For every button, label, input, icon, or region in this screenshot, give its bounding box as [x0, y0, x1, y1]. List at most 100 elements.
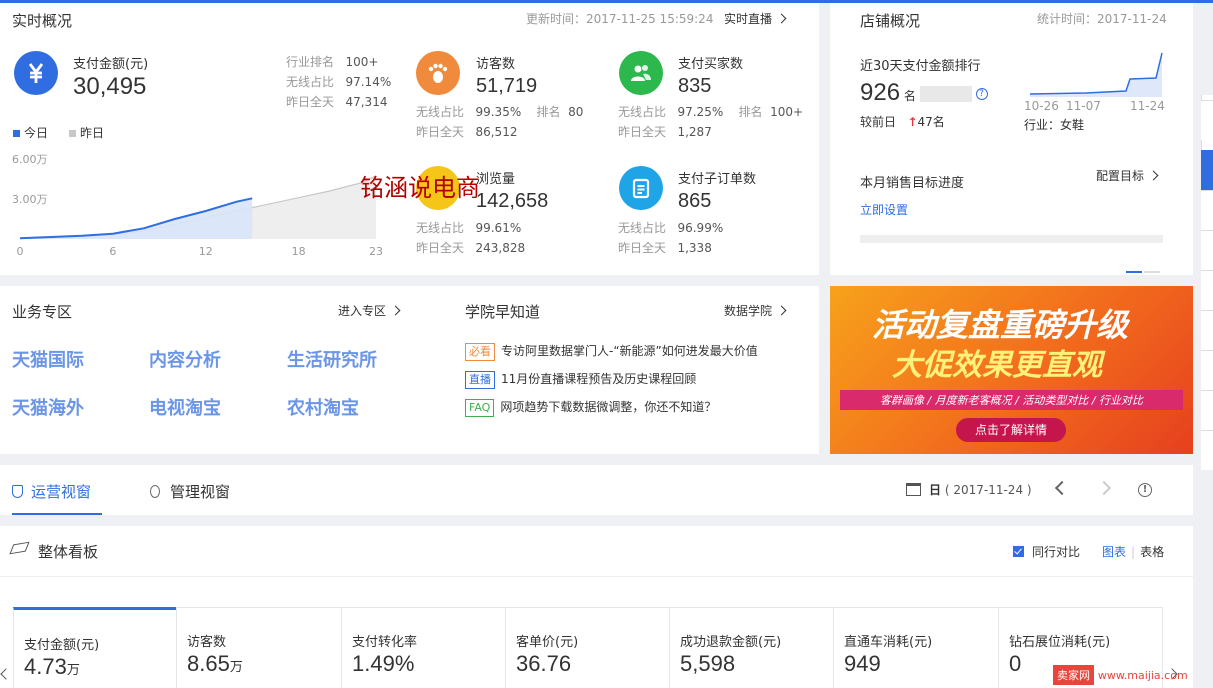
checkbox-checked[interactable] — [1013, 546, 1024, 557]
pager-dot-active[interactable] — [1126, 271, 1142, 273]
kpi-ztc-cost[interactable]: 直通车消耗(元) 949 — [833, 607, 998, 688]
sub-orders-wireless-label: 无线占比 — [618, 221, 667, 235]
tab-operations[interactable]: 运营视窗 — [12, 465, 102, 515]
info-icon[interactable]: ! — [1138, 483, 1152, 497]
kpi-label: 支付金额(元) — [24, 638, 100, 653]
pageviews-wireless-value: 99.61% — [475, 221, 522, 235]
legend-yesterday: 昨日 — [69, 124, 104, 141]
kpi-visitors[interactable]: 访客数 8.65万 — [176, 607, 341, 688]
banner-button[interactable]: 点击了解详情 — [956, 418, 1066, 442]
watermark-badge: 卖家网 — [1053, 665, 1094, 685]
view-switch[interactable]: 图表 | 表格 — [1102, 543, 1164, 560]
biz-tmall-global[interactable]: 天猫国际 — [12, 346, 84, 372]
realtime-title: 实时概况 — [12, 12, 73, 30]
right-tab[interactable] — [1201, 350, 1213, 390]
target-title: 本月销售目标进度 — [860, 176, 965, 191]
date-granularity[interactable]: 日 — [929, 483, 941, 497]
legend-today-label: 今日 — [24, 126, 49, 140]
promo-banner[interactable]: 活动复盘重磅升级 大促效果更直观 客群画像 / 月度新老客概况 / 活动类型对比… — [830, 286, 1193, 454]
shop-stat-time: 统计时间：2017-11-24 — [1037, 12, 1167, 26]
live-link[interactable]: 实时直播 — [724, 10, 787, 27]
config-target-link[interactable]: 配置目标 — [1096, 167, 1159, 184]
data-academy-link[interactable]: 数据学院 — [724, 302, 787, 319]
right-tab[interactable] — [1201, 230, 1213, 270]
rank-compare-value: 47名 — [917, 115, 945, 129]
yuan-icon — [14, 51, 58, 95]
enter-zone-link[interactable]: 进入专区 — [338, 302, 401, 319]
visitors-wireless: 无线占比 99.35% 排名 80 — [416, 103, 583, 120]
right-tab[interactable] — [1201, 390, 1213, 430]
pageviews-label: 浏览量 — [476, 172, 516, 187]
pager-dots[interactable] — [1126, 262, 1162, 273]
peer-compare-toggle[interactable]: 同行对比 — [1013, 543, 1080, 560]
kpi-value: 8.65万 — [187, 651, 243, 677]
buyers-label: 支付买家数 — [678, 57, 744, 72]
news-text[interactable]: 网项趋势下载数据微调整，你还不知道？ — [500, 400, 716, 414]
news-item-3[interactable]: FAQ 网项趋势下载数据微调整，你还不知道？ — [465, 398, 716, 417]
biz-tmall-overseas[interactable]: 天猫海外 — [12, 394, 84, 420]
prev-date-button[interactable] — [1054, 480, 1070, 496]
right-tab[interactable] — [1201, 270, 1213, 310]
next-date-button[interactable] — [1096, 480, 1112, 496]
peer-compare-label[interactable]: 同行对比 — [1032, 545, 1080, 559]
table-view-link[interactable]: 表格 — [1140, 545, 1164, 559]
set-now-link[interactable]: 立即设置 — [860, 201, 908, 218]
chart-view-link[interactable]: 图表 — [1102, 545, 1126, 559]
board-title: 整体看板 — [38, 543, 99, 561]
kpi-pay-amount[interactable]: 支付金额(元) 4.73万 — [13, 607, 176, 688]
right-tab[interactable] — [1201, 310, 1213, 350]
tab-management-label[interactable]: 管理视窗 — [170, 483, 230, 501]
help-icon[interactable]: ? — [975, 88, 988, 100]
shop-card: 店铺概况 统计时间：2017-11-24 近30天支付金额排行 926 名 ? … — [830, 3, 1193, 275]
kpi-unit-price[interactable]: 客单价(元) 36.76 — [505, 607, 669, 688]
chevron-right-icon — [390, 305, 401, 316]
pay-amount-value: 30,495 — [73, 73, 147, 100]
buyers-icon — [619, 51, 663, 95]
data-academy-label[interactable]: 数据学院 — [724, 304, 772, 318]
kpi-refund[interactable]: 成功退款金额(元) 5,598 — [669, 607, 833, 688]
footprint-icon — [416, 51, 460, 95]
kpi-value: 5,598 — [680, 651, 736, 676]
date-picker[interactable]: 日 ( 2017-11-24 ) — [906, 481, 1032, 498]
biz-life-institute[interactable]: 生活研究所 — [287, 346, 377, 372]
pager-dot[interactable] — [1144, 271, 1160, 273]
pay-yesterday-value: 47,314 — [345, 95, 388, 109]
news-text[interactable]: 专访阿里数据掌门人-“新能源”如何进发最大价值 — [501, 344, 758, 358]
pageviews-yesterday-label: 昨日全天 — [416, 241, 465, 255]
x-tick-label: 0 — [17, 245, 24, 258]
enter-zone-label[interactable]: 进入专区 — [338, 304, 386, 318]
right-tab[interactable] — [1201, 190, 1213, 230]
news-item-1[interactable]: 必看 专访阿里数据掌门人-“新能源”如何进发最大价值 — [465, 342, 758, 361]
realtime-card: 实时概况 更新时间：2017-11-25 15:59:24 实时直播 支付金额(… — [0, 3, 819, 275]
biz-rural-taobao[interactable]: 农村淘宝 — [287, 394, 359, 420]
biz-content-analysis[interactable]: 内容分析 — [149, 346, 221, 372]
kpi-number: 4.73 — [24, 654, 67, 679]
sub-orders-label: 支付子订单数 — [678, 172, 757, 187]
views-bar: 运营视窗 管理视窗 日 ( 2017-11-24 ) ! — [0, 465, 1193, 515]
visitors-label: 访客数 — [476, 57, 516, 72]
config-target-label[interactable]: 配置目标 — [1096, 169, 1144, 183]
pageviews-wireless: 无线占比 99.61% — [416, 219, 521, 236]
buyers-yesterday-label: 昨日全天 — [618, 125, 667, 139]
kpi-value: 0 — [1009, 651, 1022, 676]
kpi-conversion[interactable]: 支付转化率 1.49% — [341, 607, 505, 688]
tab-operations-label[interactable]: 运营视窗 — [31, 483, 91, 501]
legend-yesterday-swatch — [69, 130, 76, 137]
kpi-label: 支付转化率 — [352, 635, 418, 650]
biz-tv-taobao[interactable]: 电视淘宝 — [149, 394, 221, 420]
news-item-2[interactable]: 直播 11月份直播课程预告及历史课程回顾 — [465, 370, 696, 389]
shop-title: 店铺概况 — [860, 12, 921, 30]
sub-orders-wireless: 无线占比 96.99% — [618, 219, 723, 236]
pageviews-yesterday: 昨日全天 243,828 — [416, 239, 525, 256]
rank-value: 926 — [860, 79, 901, 106]
live-link-label[interactable]: 实时直播 — [724, 12, 772, 26]
tab-management[interactable]: 管理视窗 — [150, 481, 230, 502]
date-value[interactable]: ( 2017-11-24 ) — [945, 483, 1032, 497]
right-tab-active[interactable] — [1201, 150, 1213, 190]
buyers-rank-label: 排名 — [738, 105, 763, 119]
right-tab[interactable] — [1201, 430, 1213, 470]
news-text[interactable]: 11月份直播课程预告及历史课程回顾 — [501, 372, 696, 386]
layers-icon — [9, 541, 30, 555]
banner-line3: 客群画像 / 月度新老客概况 / 活动类型对比 / 行业对比 — [840, 390, 1183, 410]
right-tab[interactable] — [1201, 100, 1213, 140]
